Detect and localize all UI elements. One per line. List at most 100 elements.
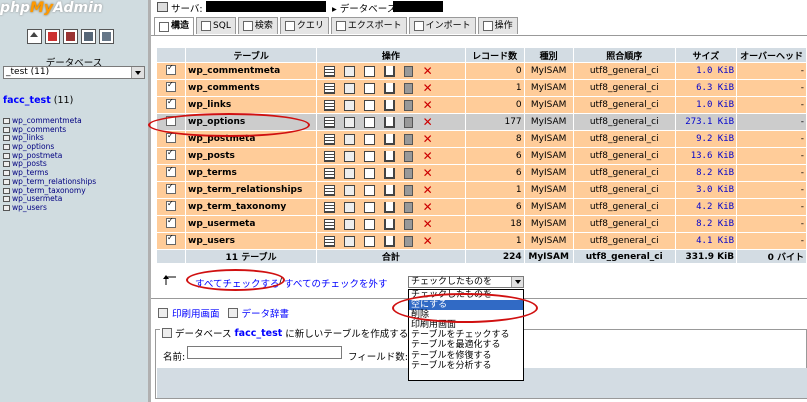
empty-icon[interactable] [404,150,414,162]
browse-icon[interactable] [324,150,336,162]
header-table[interactable]: テーブル [185,47,318,63]
search-icon[interactable] [364,133,376,145]
search-icon[interactable] [364,116,376,128]
table-size[interactable]: 13.6 KiB [674,147,738,165]
structure-icon[interactable] [344,218,356,230]
table-name[interactable]: wp_links [185,96,318,114]
structure-icon[interactable] [344,65,356,77]
database-breadcrumb[interactable]: ▸ データベース [332,1,396,15]
browse-icon[interactable] [324,235,336,247]
insert-icon[interactable] [384,82,396,94]
browse-icon[interactable] [324,167,336,179]
dropdown-option[interactable]: テーブルを分析する [409,361,523,371]
insert-icon[interactable] [384,184,396,196]
empty-icon[interactable] [404,167,414,179]
table-size[interactable]: 3.0 KiB [674,181,738,199]
table-size[interactable]: 6.3 KiB [674,79,738,97]
structure-icon[interactable] [344,184,356,196]
empty-icon[interactable] [404,184,414,196]
structure-icon[interactable] [344,99,356,111]
drop-icon[interactable] [422,185,433,196]
table-name[interactable]: wp_users [185,232,318,250]
tab-1[interactable]: SQL [196,17,236,34]
header-records[interactable]: レコード数 [464,47,525,63]
tab-2[interactable]: 検索 [237,17,278,34]
browse-icon[interactable] [324,184,336,196]
search-icon[interactable] [364,201,376,213]
search-icon[interactable] [364,184,376,196]
drop-icon[interactable] [422,83,433,94]
empty-icon[interactable] [404,65,414,77]
table-name[interactable]: wp_commentmeta [185,62,318,80]
drop-icon[interactable] [422,66,433,77]
empty-icon[interactable] [404,116,414,128]
empty-icon[interactable] [404,218,414,230]
drop-icon[interactable] [422,117,433,128]
search-icon[interactable] [364,235,376,247]
phpmyadmin-logo[interactable]: phpMyAdmin [0,0,130,18]
drop-icon[interactable] [422,236,433,247]
uncheck-all-link[interactable]: すべてのチェックを外す [284,276,387,290]
structure-icon[interactable] [344,116,356,128]
tab-6[interactable]: 操作 [477,17,518,34]
table-size[interactable]: 4.1 KiB [674,232,738,250]
table-size[interactable]: 8.2 KiB [674,215,738,233]
empty-icon[interactable] [404,201,414,213]
database-select[interactable]: _test (11) [3,66,145,79]
row-checkbox[interactable] [166,216,176,228]
table-name[interactable]: wp_usermeta [185,215,318,233]
table-name[interactable]: wp_comments [185,79,318,97]
row-checkbox[interactable] [166,199,176,211]
tab-0[interactable]: 構造 [154,17,195,35]
browse-icon[interactable] [324,133,336,145]
insert-icon[interactable] [384,150,396,162]
row-checkbox[interactable] [166,97,176,109]
insert-icon[interactable] [384,65,396,77]
browse-icon[interactable] [324,116,336,128]
exit-icon[interactable] [45,29,60,44]
table-size[interactable]: 273.1 KiB [674,113,738,131]
structure-icon[interactable] [344,133,356,145]
search-icon[interactable] [364,218,376,230]
current-database-link[interactable]: facc_test [3,95,51,106]
table-size[interactable]: 1.0 KiB [674,62,738,80]
docs-icon[interactable] [81,29,96,44]
insert-icon[interactable] [384,99,396,111]
drop-icon[interactable] [422,151,433,162]
browse-icon[interactable] [324,201,336,213]
insert-icon[interactable] [384,133,396,145]
row-checkbox[interactable] [166,80,176,92]
help-icon[interactable] [99,29,114,44]
empty-icon[interactable] [404,235,414,247]
table-size[interactable]: 9.2 KiB [674,130,738,148]
row-checkbox[interactable] [166,148,176,160]
drop-icon[interactable] [422,100,433,111]
structure-icon[interactable] [344,150,356,162]
structure-icon[interactable] [344,82,356,94]
table-name-input[interactable] [187,346,342,359]
insert-icon[interactable] [384,218,396,230]
tab-4[interactable]: エクスポート [330,17,407,34]
table-size[interactable]: 4.2 KiB [674,198,738,216]
browse-icon[interactable] [324,99,336,111]
frame-divider[interactable] [148,0,151,402]
drop-icon[interactable] [422,134,433,145]
empty-icon[interactable] [404,133,414,145]
with-selected-select[interactable]: チェックしたものを [408,276,524,288]
print-view-link[interactable]: 印刷用画面 [172,306,220,320]
browse-icon[interactable] [324,82,336,94]
dropdown-option[interactable]: テーブルをチェックする [409,330,523,340]
row-checkbox[interactable] [166,182,176,194]
insert-icon[interactable] [384,116,396,128]
search-icon[interactable] [364,167,376,179]
empty-icon[interactable] [404,82,414,94]
table-size[interactable]: 1.0 KiB [674,96,738,114]
empty-icon[interactable] [404,99,414,111]
table-name[interactable]: wp_term_relationships [185,181,318,199]
insert-icon[interactable] [384,201,396,213]
table-name[interactable]: wp_posts [185,147,318,165]
drop-icon[interactable] [422,202,433,213]
table-size[interactable]: 8.2 KiB [674,164,738,182]
drop-icon[interactable] [422,219,433,230]
sidebar-table-item[interactable]: wp_users [3,203,96,213]
